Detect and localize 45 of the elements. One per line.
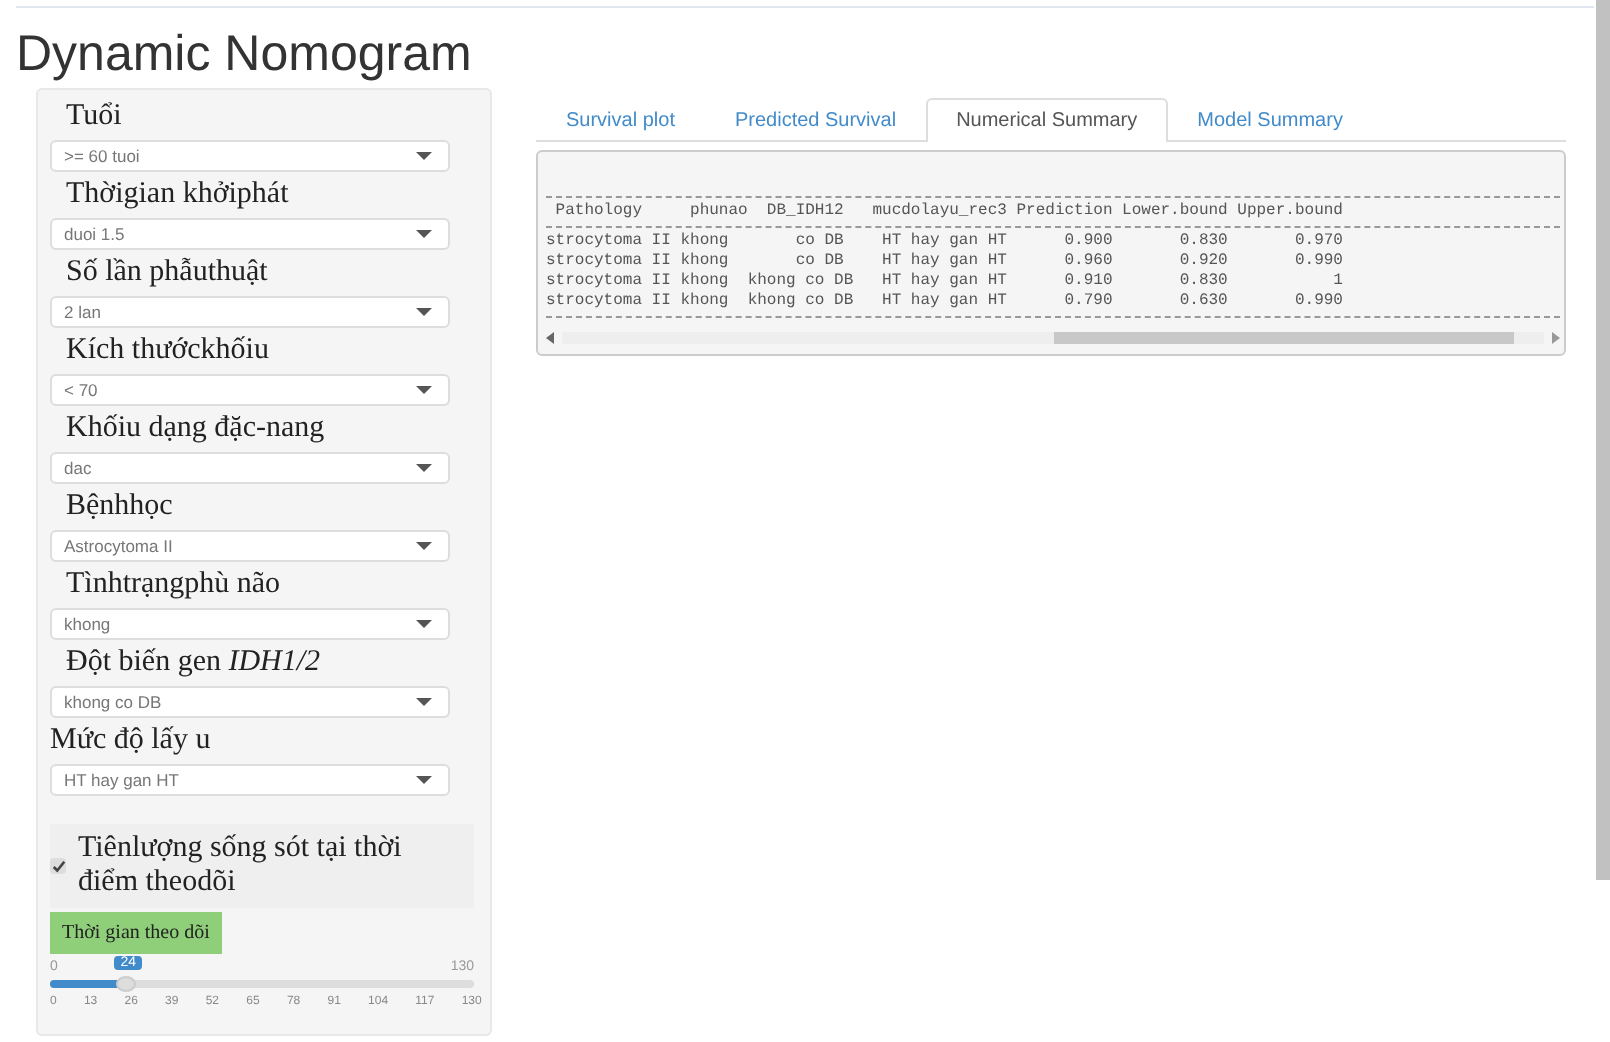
tab[interactable]: Model Summary bbox=[1167, 98, 1373, 142]
caret-icon bbox=[416, 776, 432, 784]
select-field[interactable]: dac bbox=[50, 452, 450, 484]
scroll-right-icon[interactable] bbox=[1552, 332, 1560, 344]
table-row-text: strocytoma II khong khong co DB HT hay gan HT 0.910 0.830 1 bbox=[546, 272, 1345, 292]
tab[interactable]: Predicted Survival bbox=[704, 98, 927, 142]
select-field[interactable]: khong co DB bbox=[50, 686, 450, 718]
checkbox[interactable] bbox=[50, 858, 66, 874]
slider-label: Thời gian theo dõi bbox=[50, 912, 222, 954]
field-label: Số lần phẫuthuật bbox=[64, 254, 270, 290]
select-field[interactable]: 2 lan bbox=[50, 296, 450, 328]
tab[interactable]: Numerical Summary bbox=[926, 98, 1168, 142]
select-field[interactable]: >= 60 tuoi bbox=[50, 140, 450, 172]
table-row-text: strocytoma II khong co DB HT hay gan HT 0.960 0.920 0.990 bbox=[546, 252, 1345, 272]
select-field[interactable]: duoi 1.5 bbox=[50, 218, 450, 250]
field-label: Bệnhhọc bbox=[64, 488, 175, 524]
caret-icon bbox=[416, 698, 432, 706]
select-field[interactable]: khong bbox=[50, 608, 450, 640]
horizontal-scrollbar[interactable] bbox=[562, 332, 1544, 344]
checkbox-label: Tiênlượng sống sót tại thời điểm theodõi bbox=[78, 832, 404, 900]
table-row-text: strocytoma II khong khong co DB HT hay gan HT 0.790 0.630 0.990 bbox=[546, 292, 1345, 312]
scrollbar[interactable] bbox=[1596, 0, 1610, 880]
select-field[interactable]: Astrocytoma II bbox=[50, 530, 450, 562]
caret-icon bbox=[416, 386, 432, 394]
caret-icon bbox=[416, 308, 432, 316]
caret-icon bbox=[416, 620, 432, 628]
select-field[interactable]: HT hay gan HT bbox=[50, 764, 450, 796]
caret-icon bbox=[416, 230, 432, 238]
field-label: Đột biến gen IDH1/2 bbox=[64, 644, 323, 680]
caret-icon bbox=[416, 542, 432, 550]
slider-handle[interactable] bbox=[116, 976, 137, 992]
table-header: Pathology phunao DB_IDH12 mucdolayu_rec3 Prediction Lower.bound Upper.bound bbox=[553, 202, 1345, 222]
field-label: Khốiu dạng đặc-nang bbox=[64, 410, 327, 446]
caret-icon bbox=[416, 464, 432, 472]
caret-icon bbox=[416, 152, 432, 160]
field-label: Tìnhtrạngphù não bbox=[64, 566, 283, 602]
app-title: Dynamic Nomogram bbox=[16, 24, 474, 84]
select-field[interactable]: < 70 bbox=[50, 374, 450, 406]
tab[interactable]: Survival plot bbox=[536, 98, 705, 142]
field-label: Thờigian khởiphát bbox=[64, 176, 291, 212]
field-label: Tuổi bbox=[64, 98, 124, 134]
table-row-text: strocytoma II khong co DB HT hay gan HT 0.900 0.830 0.970 bbox=[546, 232, 1345, 252]
scroll-left-icon[interactable] bbox=[546, 332, 554, 344]
field-label: Mức độ lấy u bbox=[50, 722, 213, 758]
field-label: Kích thướckhốiu bbox=[64, 332, 271, 368]
